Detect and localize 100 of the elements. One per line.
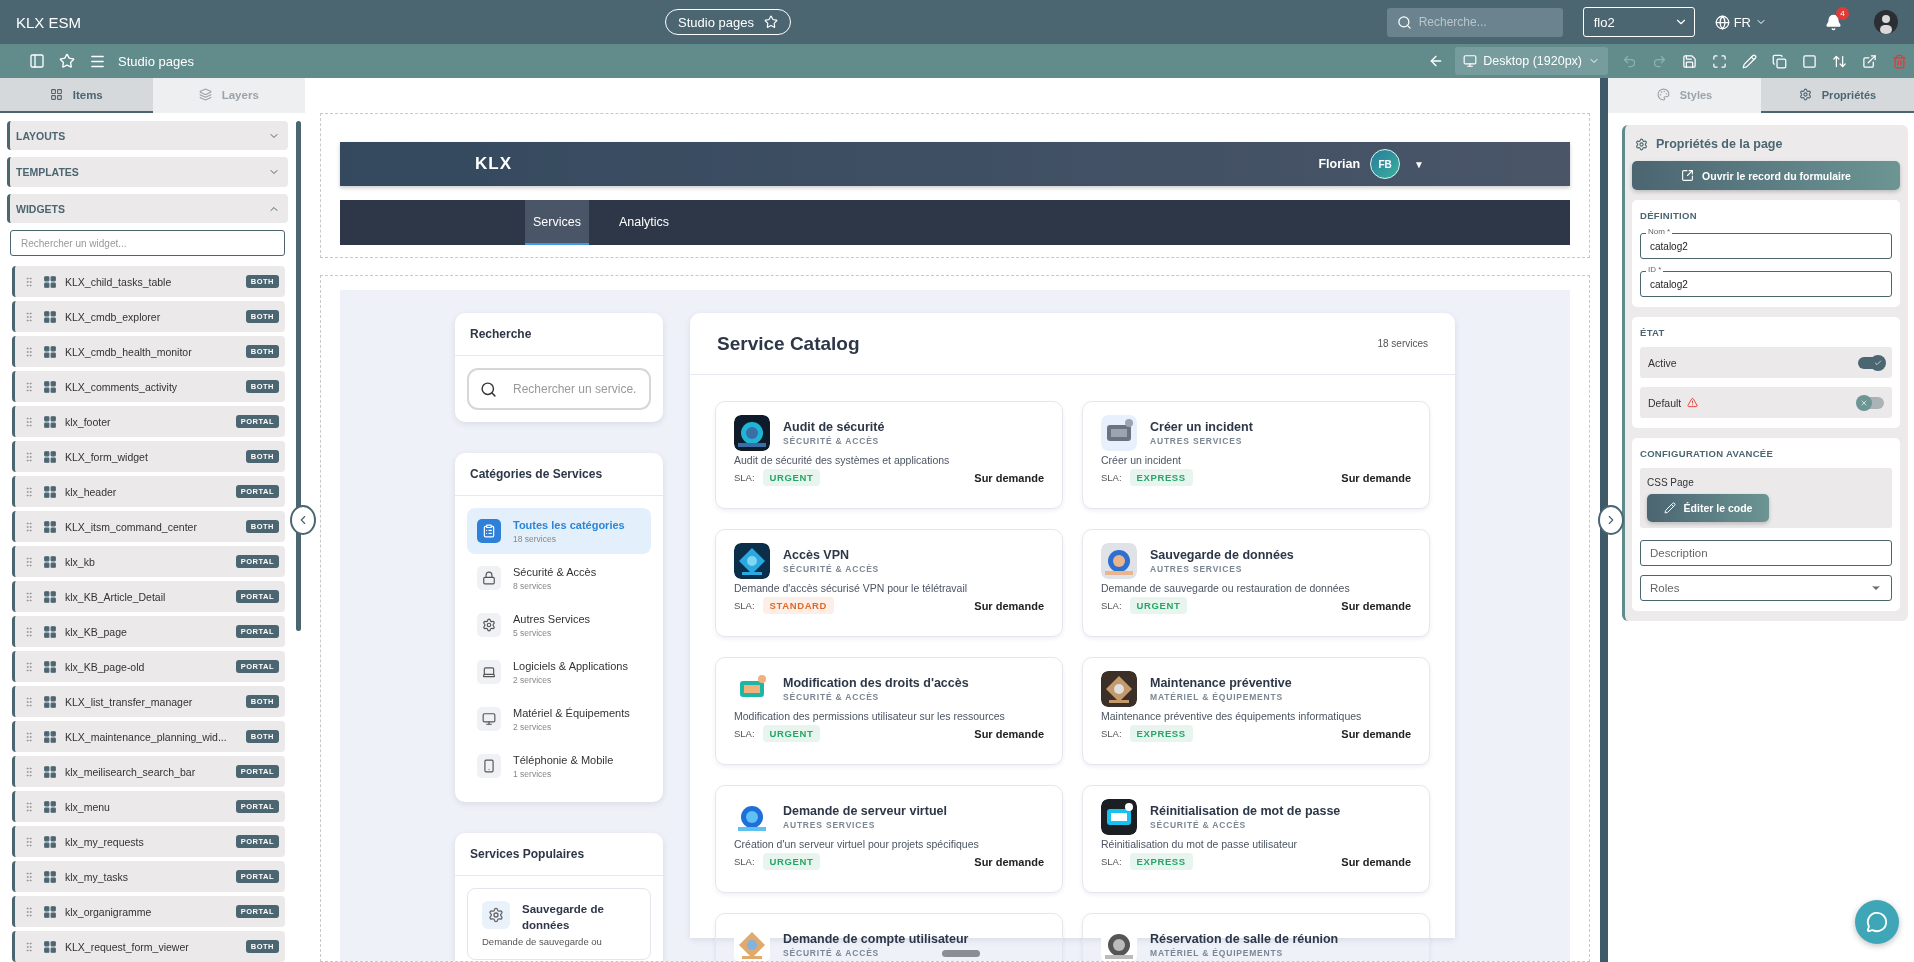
external-link-icon xyxy=(1681,169,1695,182)
service-card[interactable]: Sauvegarde de données AUTRES SERVICES Demande de sauvegarde ou restauration de données SLA: URGENT Sur demande xyxy=(1082,529,1430,637)
toolbar-title: Studio pages xyxy=(118,53,194,69)
category-icon xyxy=(482,665,496,679)
sla-tag: URGENT xyxy=(1129,597,1188,614)
sla-label: SLA: xyxy=(734,600,755,611)
widget-name: KLX_comments_activity xyxy=(65,380,179,393)
nav-tab[interactable]: Services xyxy=(525,200,589,245)
save-icon xyxy=(1681,53,1697,69)
widget-name: klx_menu xyxy=(65,800,111,813)
service-description: Création d'un serveur virtuel pour projets spécifiques xyxy=(734,838,980,850)
drag-handle-icon xyxy=(23,905,35,918)
service-card[interactable]: Réservation de salle de réunion MATÉRIEL & ÉQUIPEMENTS xyxy=(1082,913,1430,961)
sla-label: SLA: xyxy=(1101,472,1122,483)
delete-icon xyxy=(1891,53,1907,69)
notifications-button[interactable] xyxy=(1825,13,1842,31)
css-label: CSS Page xyxy=(1647,477,1694,488)
popular-item[interactable]: Sauvegarde de données Demande de sauvegarde ou xyxy=(467,888,651,961)
widget-name: KLX_child_tasks_table xyxy=(65,275,173,288)
edit-code-button[interactable]: Éditer le code xyxy=(1647,494,1769,522)
widget-name: klx_header xyxy=(65,485,118,498)
widget-name: KLX_itsm_command_center xyxy=(65,520,198,533)
drag-handle[interactable] xyxy=(942,950,980,957)
chat-icon xyxy=(1866,911,1888,933)
availability: Sur demande xyxy=(1341,599,1411,612)
scrollbar[interactable] xyxy=(296,121,301,631)
description-field[interactable]: Description xyxy=(1640,540,1892,566)
service-category: AUTRES SERVICES xyxy=(1150,436,1243,446)
caret-icon[interactable]: ▼ xyxy=(1414,158,1424,170)
category-item[interactable]: Autres Services 5 services xyxy=(467,602,651,648)
service-category: SÉCURITÉ & ACCÈS xyxy=(1150,820,1247,830)
service-search-field[interactable]: Rechercher un service. xyxy=(467,368,651,410)
widget-name: klx_KB_Article_Detail xyxy=(65,590,167,603)
service-card[interactable]: Demande de serveur virtuel AUTRES SERVICES Création d'un serveur virtuel pour projets spécifiques SLA: URGENT Sur demande xyxy=(715,785,1063,893)
availability: Sur demande xyxy=(974,855,1044,868)
category-icon xyxy=(482,571,496,585)
widget-search-field[interactable]: Rechercher un widget... xyxy=(10,230,285,256)
open-record-button[interactable]: Ouvrir le record du formulaire xyxy=(1632,161,1900,190)
text-field[interactable]: catalog2 xyxy=(1640,233,1892,259)
toggle-switch[interactable] xyxy=(1858,396,1884,409)
sla-label: SLA: xyxy=(734,856,755,867)
toggle-switch[interactable] xyxy=(1858,356,1884,369)
nav-tab[interactable]: Analytics xyxy=(610,200,677,245)
roles-select[interactable]: Roles xyxy=(1640,575,1892,601)
widget-icon xyxy=(43,554,57,569)
panel-tab[interactable]: Items xyxy=(0,78,153,113)
sla-tag: URGENT xyxy=(762,469,821,486)
widget-name: klx_my_tasks xyxy=(65,870,129,883)
category-item[interactable]: Logiciels & Applications 2 services xyxy=(467,649,651,695)
gear-icon xyxy=(488,907,504,923)
drag-handle-icon xyxy=(23,345,35,358)
undo-icon xyxy=(1621,53,1637,69)
category-item[interactable]: Matériel & Équipements 2 services xyxy=(467,696,651,742)
panel-icon xyxy=(29,53,45,69)
field-label: ID * xyxy=(1646,265,1664,275)
card-title: Recherche xyxy=(470,327,532,341)
widget-icon xyxy=(43,274,57,289)
service-description: Demande d'accès sécurisé VPN pour le télétravail xyxy=(734,582,969,594)
palette-icon xyxy=(1656,88,1670,101)
user-initials-avatar[interactable]: FB xyxy=(1370,149,1401,179)
user-avatar[interactable] xyxy=(1874,10,1898,34)
drag-handle-icon xyxy=(23,485,35,498)
service-description: Demande de sauvegarde ou restauration de données xyxy=(1101,582,1351,594)
service-card[interactable]: Réinitialisation de mot de passe SÉCURITÉ & ACCÈS Réinitialisation du mot de passe utilisateur SLA: EXPRESS Sur demande xyxy=(1082,785,1430,893)
category-icon xyxy=(482,524,496,538)
language-button[interactable]: FR xyxy=(1708,13,1773,31)
service-card[interactable]: Accès VPN SÉCURITÉ & ACCÈS Demande d'accès sécurisé VPN pour le télétravail SLA: STANDARD Sur demande xyxy=(715,529,1063,637)
layers-icon xyxy=(198,88,212,101)
service-card[interactable]: Modification des droits d'accès SÉCURITÉ & ACCÈS Modification des permissions utilisateur sur les ressources SLA: URGENT Sur demande xyxy=(715,657,1063,765)
section-title: CONFIGURATION AVANCÉE xyxy=(1640,448,1775,459)
search-field[interactable]: Recherche... xyxy=(1386,7,1563,37)
workspace-select[interactable]: flo2 xyxy=(1582,7,1695,37)
service-card[interactable]: Maintenance préventive MATÉRIEL & ÉQUIPEMENTS Maintenance préventive des équipements informatiques SLA: EXPRESS Sur demande xyxy=(1082,657,1430,765)
panel-tab[interactable]: Propriétés xyxy=(1761,78,1914,113)
section-header[interactable]: LAYOUTS xyxy=(7,121,288,151)
text-field[interactable]: catalog2 xyxy=(1640,271,1892,297)
section-header[interactable]: TEMPLATES xyxy=(7,157,288,187)
service-card[interactable]: Créer un incident AUTRES SERVICES Créer un incident SLA: EXPRESS Sur demande xyxy=(1082,401,1430,509)
service-description: Modification des permissions utilisateur sur les ressources xyxy=(734,710,1006,722)
drag-handle-icon xyxy=(23,625,35,638)
properties-title: Propriétés de la page xyxy=(1656,137,1783,151)
drag-handle-icon xyxy=(23,590,35,603)
star-icon xyxy=(763,15,778,29)
widget-name: klx_meilisearch_search_bar xyxy=(65,765,197,778)
section-header[interactable]: WIDGETS xyxy=(7,193,288,224)
service-card[interactable]: Audit de sécurité SÉCURITÉ & ACCÈS Audit de sécurité des systèmes et applications SLA: URGENT Sur demande xyxy=(715,401,1063,509)
category-item[interactable]: Téléphonie & Mobile 1 services xyxy=(467,743,651,789)
category-item[interactable]: Sécurité & Accès 8 services xyxy=(467,555,651,601)
category-icon xyxy=(482,759,496,773)
service-name: Sauvegarde de données xyxy=(1150,548,1294,562)
drag-handle-icon xyxy=(23,520,35,533)
drag-handle-icon xyxy=(23,380,35,393)
service-category: SÉCURITÉ & ACCÈS xyxy=(783,948,880,958)
service-name: Accès VPN xyxy=(783,548,849,562)
sla-label: SLA: xyxy=(1101,856,1122,867)
app-title: KLX ESM xyxy=(16,13,83,31)
availability: Sur demande xyxy=(1341,855,1411,868)
service-name: Demande de compte utilisateur xyxy=(783,932,969,946)
widget-name: klx_my_requests xyxy=(65,835,145,848)
widget-icon xyxy=(43,659,57,674)
